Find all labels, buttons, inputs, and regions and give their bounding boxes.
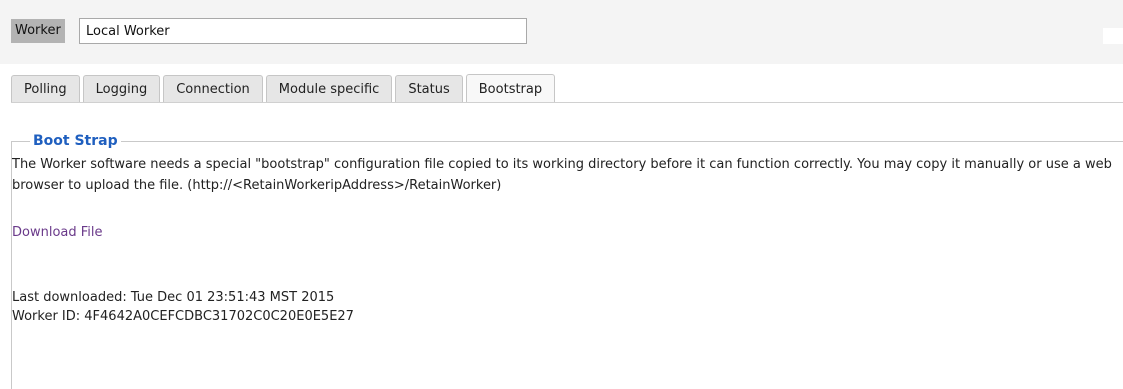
tab-connection[interactable]: Connection	[163, 75, 263, 103]
worker-name-input[interactable]	[79, 18, 527, 44]
worker-header: Worker	[0, 0, 1123, 64]
header-corner-box	[1103, 28, 1123, 44]
last-downloaded-text: Last downloaded: Tue Dec 01 23:51:43 MST…	[12, 290, 335, 305]
tab-status[interactable]: Status	[395, 75, 463, 103]
tab-logging[interactable]: Logging	[82, 75, 161, 103]
worker-label: Worker	[11, 19, 65, 43]
bootstrap-description: The Worker software needs a special "boo…	[12, 157, 1112, 193]
tab-polling[interactable]: Polling	[11, 75, 80, 103]
tab-module-specific[interactable]: Module specific	[265, 75, 393, 103]
bootstrap-panel: Boot Strap The Worker software needs a s…	[11, 103, 1123, 389]
tab-bootstrap[interactable]: Bootstrap	[465, 74, 556, 103]
download-file-link[interactable]: Download File	[12, 225, 103, 240]
boot-strap-legend: Boot Strap	[33, 133, 118, 149]
worker-id-text: Worker ID: 4F4642A0CEFCDBC31702C0C20E0E5…	[12, 309, 354, 324]
tab-bar: Polling Logging Connection Module specif…	[11, 74, 558, 103]
